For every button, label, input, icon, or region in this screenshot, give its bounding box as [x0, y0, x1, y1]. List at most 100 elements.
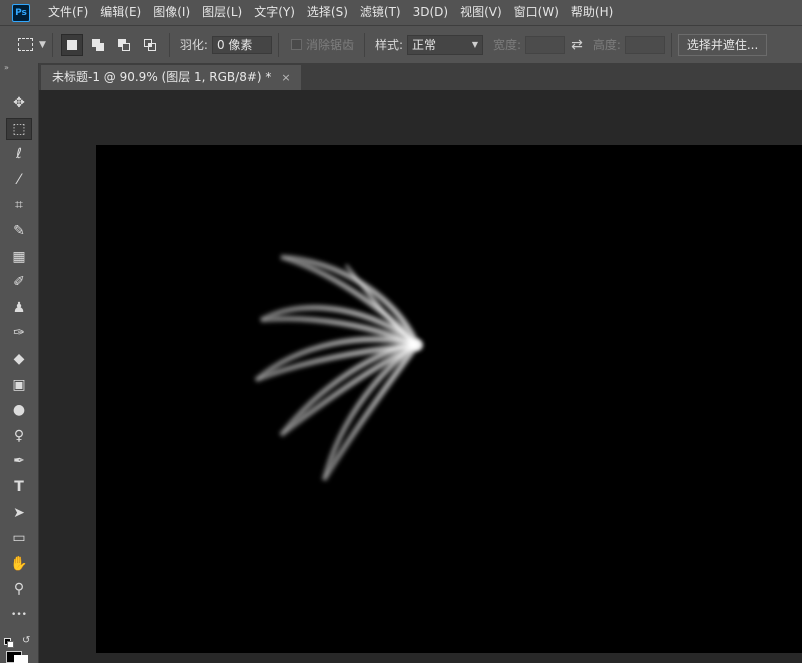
add-selection-icon [91, 38, 104, 51]
swap-colors-icon[interactable]: ↺ [22, 635, 30, 646]
photoshop-logo-icon: Ps [12, 3, 30, 22]
eraser-tool[interactable]: ◆ [6, 348, 32, 370]
menu-image[interactable]: 图像(I) [147, 0, 196, 25]
healing-brush-tool[interactable]: ▦ [6, 246, 32, 268]
menu-view[interactable]: 视图(V) [454, 0, 508, 25]
new-selection-icon [66, 39, 78, 51]
zoom-icon: ⚲ [13, 581, 25, 598]
rectangle-icon: ▭ [12, 530, 26, 547]
path-selection-tool[interactable]: ➤ [6, 502, 32, 524]
gradient-icon: ▣ [12, 376, 26, 393]
document-tab[interactable]: 未标题-1 @ 90.9% (图层 1, RGB/8#) * × [41, 65, 301, 90]
menu-file[interactable]: 文件(F) [42, 0, 94, 25]
options-bar: ▼ 羽化: 0 像素 消除锯齿 样式: 正常 ▼ 宽度: ⇄ 高度: 选择并遮住… [0, 25, 802, 63]
move-tool[interactable]: ✥ [6, 92, 32, 114]
lasso-icon: ℓ [16, 146, 22, 163]
divider [168, 32, 170, 57]
antialias-checkbox[interactable] [290, 39, 302, 50]
add-selection-button[interactable] [87, 34, 109, 56]
default-colors-icon[interactable] [4, 638, 14, 648]
more-tools[interactable]: ••• [6, 604, 32, 626]
swap-dimensions-icon[interactable]: ⇄ [571, 37, 583, 53]
subtract-selection-icon [117, 38, 130, 51]
menu-window[interactable]: 窗口(W) [508, 0, 565, 25]
background-color-swatch[interactable] [14, 655, 28, 663]
menu-layer[interactable]: 图层(L) [196, 0, 248, 25]
lasso-tool[interactable]: ℓ [6, 143, 32, 165]
document-tab-bar: 未标题-1 @ 90.9% (图层 1, RGB/8#) * × [39, 63, 802, 90]
zoom-tool[interactable]: ⚲ [6, 578, 32, 600]
gradient-tool[interactable]: ▣ [6, 374, 32, 396]
hand-tool[interactable]: ✋ [6, 553, 32, 575]
height-label: 高度: [592, 38, 621, 52]
width-input[interactable] [525, 35, 566, 54]
history-brush-tool[interactable]: ✑ [6, 322, 32, 344]
width-label: 宽度: [493, 38, 522, 52]
magic-wand-icon: ⁄ [17, 171, 21, 188]
rect-marquee-tool[interactable]: ⬚ [6, 117, 32, 140]
collapse-panel-icon[interactable]: » [0, 63, 38, 73]
pen-tool[interactable]: ✒ [6, 450, 32, 472]
height-input[interactable] [624, 35, 665, 54]
flower-center [411, 339, 423, 351]
menu-bar: Ps 文件(F) 编辑(E) 图像(I) 图层(L) 文字(Y) 选择(S) 滤… [0, 0, 802, 25]
divider [363, 32, 365, 57]
dodge-icon: ♀ [13, 427, 25, 444]
antialias-label: 消除锯齿 [305, 38, 354, 52]
menu-type[interactable]: 文字(Y) [248, 0, 301, 25]
chevron-down-icon: ▼ [39, 39, 46, 50]
style-label: 样式: [374, 38, 404, 52]
divider [277, 32, 279, 57]
style-value: 正常 [412, 38, 437, 52]
blur-tool[interactable]: ● [6, 399, 32, 421]
rect-marquee-icon: ⬚ [12, 120, 26, 137]
intersect-selection-icon [143, 38, 156, 51]
document-canvas[interactable] [96, 145, 802, 653]
petal-stroke [321, 342, 420, 482]
drop-icon: ● [12, 402, 26, 419]
magic-wand-tool[interactable]: ⁄ [6, 169, 32, 191]
document-tab-title: 未标题-1 @ 90.9% (图层 1, RGB/8#) * [52, 70, 272, 84]
history-brush-icon: ✑ [13, 325, 25, 342]
brush-icon: ✐ [13, 274, 25, 291]
close-icon[interactable]: × [281, 65, 290, 90]
stamp-icon: ♟ [12, 299, 26, 316]
style-select[interactable]: 正常 ▼ [407, 34, 484, 55]
clone-stamp-tool[interactable]: ♟ [6, 297, 32, 319]
new-selection-button[interactable] [60, 33, 83, 56]
type-icon: T [14, 479, 24, 495]
arrow-icon: ➤ [13, 504, 25, 521]
eyedropper-tool[interactable]: ✎ [6, 220, 32, 242]
divider [51, 32, 53, 57]
tools-panel: » ✥ ⬚ ℓ ⁄ ⌗ ✎ ▦ ✐ ♟ ✑ ◆ ▣ ● ♀ ✒ T ➤ ▭ ✋ ⚲ ••• ↺ [0, 63, 39, 663]
bandage-icon: ▦ [12, 248, 26, 265]
tool-preset-picker[interactable]: ▼ [18, 38, 46, 51]
menu-help[interactable]: 帮助(H) [565, 0, 619, 25]
intersect-selection-button[interactable] [139, 34, 161, 56]
eyedropper-icon: ✎ [13, 223, 25, 239]
flower-artwork [254, 254, 423, 482]
chevron-down-icon: ▼ [471, 40, 479, 49]
feather-label: 羽化: [179, 38, 208, 52]
rectangle-tool[interactable]: ▭ [6, 527, 32, 549]
menu-edit[interactable]: 编辑(E) [94, 0, 147, 25]
type-tool[interactable]: T [6, 476, 32, 498]
hand-icon: ✋ [10, 555, 28, 572]
menu-3d[interactable]: 3D(D) [407, 0, 454, 25]
select-and-mask-button[interactable]: 选择并遮住... [677, 33, 768, 56]
subtract-selection-button[interactable] [113, 34, 135, 56]
menu-select[interactable]: 选择(S) [301, 0, 354, 25]
dodge-tool[interactable]: ♀ [6, 425, 32, 447]
pen-icon: ✒ [13, 453, 25, 470]
rect-marquee-icon [18, 38, 33, 51]
divider [670, 32, 672, 57]
ellipsis-icon: ••• [11, 610, 27, 620]
crop-icon: ⌗ [15, 197, 23, 214]
workspace [39, 90, 802, 663]
brush-tool[interactable]: ✐ [6, 271, 32, 293]
eraser-icon: ◆ [13, 351, 25, 367]
move-icon: ✥ [13, 95, 25, 111]
crop-tool[interactable]: ⌗ [6, 194, 32, 216]
feather-input[interactable]: 0 像素 [211, 35, 272, 54]
menu-filter[interactable]: 滤镜(T) [354, 0, 407, 25]
